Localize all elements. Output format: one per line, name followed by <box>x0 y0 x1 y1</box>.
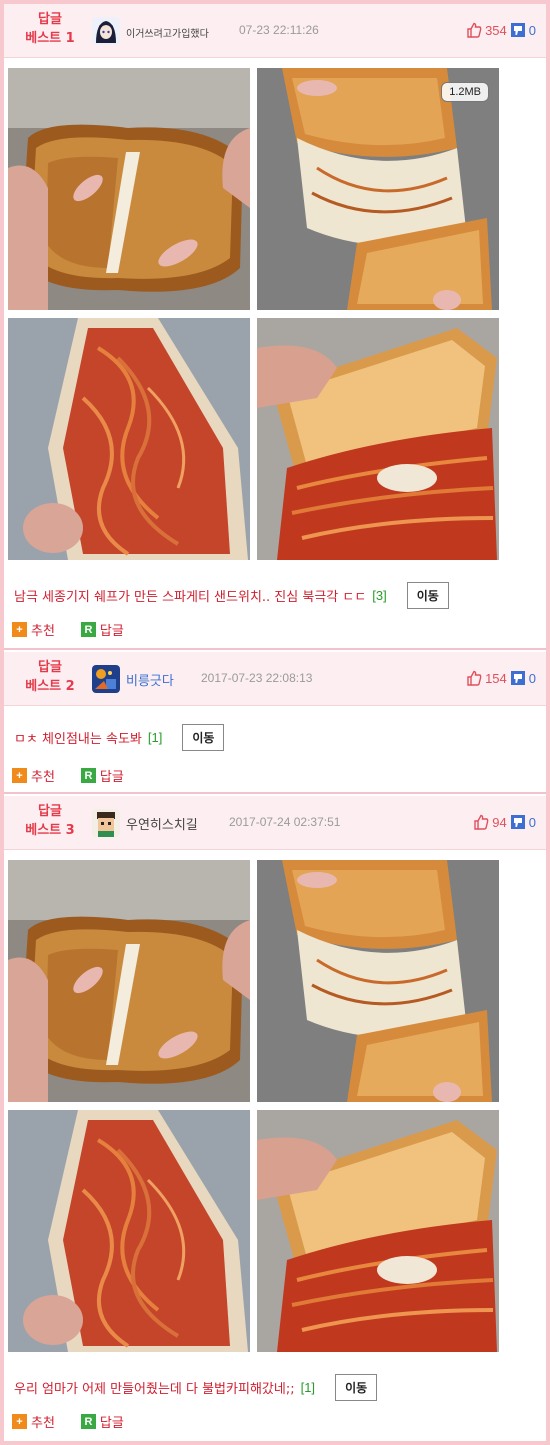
reply-button[interactable]: R 답글 <box>80 620 124 639</box>
timestamp: 07-23 22:11:26 <box>239 23 319 37</box>
avatar[interactable] <box>92 809 120 837</box>
downvote-count: 0 <box>528 22 536 38</box>
move-button[interactable]: 이동 <box>406 582 449 609</box>
reply-label: 답글 <box>99 1416 124 1431</box>
vote-counts: 354 0 <box>466 20 536 40</box>
badge-type: 답글 <box>38 12 62 27</box>
reply-button[interactable]: R 답글 <box>80 766 124 785</box>
badge-type: 답글 <box>38 804 62 819</box>
avatar[interactable] <box>92 665 120 693</box>
photo-panel <box>257 860 499 1102</box>
upvote-count: 354 <box>485 22 507 38</box>
reply-r-icon: R <box>80 1414 96 1429</box>
recommend-label: 추천 <box>31 1416 55 1431</box>
reply-title[interactable]: ㅁㅊ 체인점내는 속도봐 <box>14 728 142 747</box>
divider <box>4 792 546 794</box>
plus-icon: + <box>12 768 27 783</box>
recommend-label: 추천 <box>31 770 55 785</box>
reply-r-icon: R <box>80 622 96 637</box>
plus-icon: + <box>12 1414 27 1429</box>
recommend-button[interactable]: + 추천 <box>12 766 55 785</box>
photo-panel <box>257 318 499 560</box>
vote-counts: 94 0 <box>473 812 536 832</box>
author-name[interactable]: 비릉긋다 <box>126 670 174 689</box>
badge-rank: 베스트 1 <box>25 31 75 46</box>
thumbs-up-icon[interactable] <box>466 22 482 38</box>
upvote-count: 154 <box>485 670 507 686</box>
reply-title[interactable]: 우리 엄마가 어제 만들어줬는데 다 불법카피해갔네;; <box>14 1378 295 1397</box>
reply-actions: + 추천 R 답글 <box>12 766 150 785</box>
attached-image[interactable] <box>8 860 501 1354</box>
thumbs-up-icon[interactable] <box>466 670 482 686</box>
reply-r-icon: R <box>80 768 96 783</box>
author-name[interactable]: 이거쓰려고가입했다 <box>126 25 209 40</box>
best-badge: 답글 베스트 3 <box>10 802 90 840</box>
reply-title-line: 남극 세종기지 쉐프가 만든 스파게티 샌드위치.. 진심 북극각 ㄷㄷ [3]… <box>14 582 449 609</box>
reply-title[interactable]: 남극 세종기지 쉐프가 만든 스파게티 샌드위치.. 진심 북극각 ㄷㄷ <box>14 586 366 605</box>
photo-panel <box>8 318 250 560</box>
reply-actions: + 추천 R 답글 <box>12 1412 150 1431</box>
thumbs-down-icon[interactable] <box>510 670 526 686</box>
plus-icon: + <box>12 622 27 637</box>
reply-actions: + 추천 R 답글 <box>12 620 150 639</box>
downvote-count: 0 <box>528 814 536 830</box>
reply-count: [3] <box>372 588 387 603</box>
best-badge: 답글 베스트 2 <box>10 658 90 696</box>
attached-image[interactable]: 1.2MB <box>8 68 501 562</box>
badge-rank: 베스트 2 <box>25 679 75 694</box>
timestamp: 2017-07-23 22:08:13 <box>201 671 313 685</box>
reply-header: 답글 베스트 3 우연히스치길 2017-07-24 02:37:51 94 0 <box>4 796 546 850</box>
photo-panel <box>8 68 250 310</box>
photo-panel: 1.2MB <box>257 68 499 310</box>
photo-panel <box>8 860 250 1102</box>
badge-rank: 베스트 3 <box>25 823 75 838</box>
best-badge: 답글 베스트 1 <box>10 10 90 48</box>
best-replies-panel: 답글 베스트 1 이거쓰려고가입했다 07-23 22:11:26 354 0 … <box>4 4 546 1441</box>
reply-label: 답글 <box>99 770 124 785</box>
move-button[interactable]: 이동 <box>182 724 225 751</box>
recommend-label: 추천 <box>31 624 55 639</box>
divider <box>4 648 546 650</box>
reply-header: 답글 베스트 1 이거쓰려고가입했다 07-23 22:11:26 354 0 <box>4 4 546 58</box>
recommend-button[interactable]: + 추천 <box>12 1412 55 1431</box>
reply-title-line: 우리 엄마가 어제 만들어줬는데 다 불법카피해갔네;; [1] 이동 <box>14 1374 378 1401</box>
downvote-count: 0 <box>528 670 536 686</box>
avatar[interactable] <box>92 17 120 45</box>
reply-header: 답글 베스트 2 비릉긋다 2017-07-23 22:08:13 154 0 <box>4 652 546 706</box>
timestamp: 2017-07-24 02:37:51 <box>229 815 341 829</box>
photo-panel <box>8 1110 250 1352</box>
upvote-count: 94 <box>492 814 507 830</box>
photo-panel <box>257 1110 499 1352</box>
vote-counts: 154 0 <box>466 668 536 688</box>
thumbs-up-icon[interactable] <box>473 814 489 830</box>
thumbs-down-icon[interactable] <box>510 22 526 38</box>
reply-button[interactable]: R 답글 <box>80 1412 124 1431</box>
reply-label: 답글 <box>99 624 124 639</box>
author-name[interactable]: 우연히스치길 <box>126 814 198 833</box>
reply-count: [1] <box>300 1380 316 1395</box>
reply-count: [1] <box>147 730 163 745</box>
image-size-badge: 1.2MB <box>441 82 489 102</box>
reply-title-line: ㅁㅊ 체인점내는 속도봐 [1] 이동 <box>14 724 225 751</box>
move-button[interactable]: 이동 <box>335 1374 378 1401</box>
thumbs-down-icon[interactable] <box>510 814 526 830</box>
recommend-button[interactable]: + 추천 <box>12 620 55 639</box>
badge-type: 답글 <box>38 660 62 675</box>
